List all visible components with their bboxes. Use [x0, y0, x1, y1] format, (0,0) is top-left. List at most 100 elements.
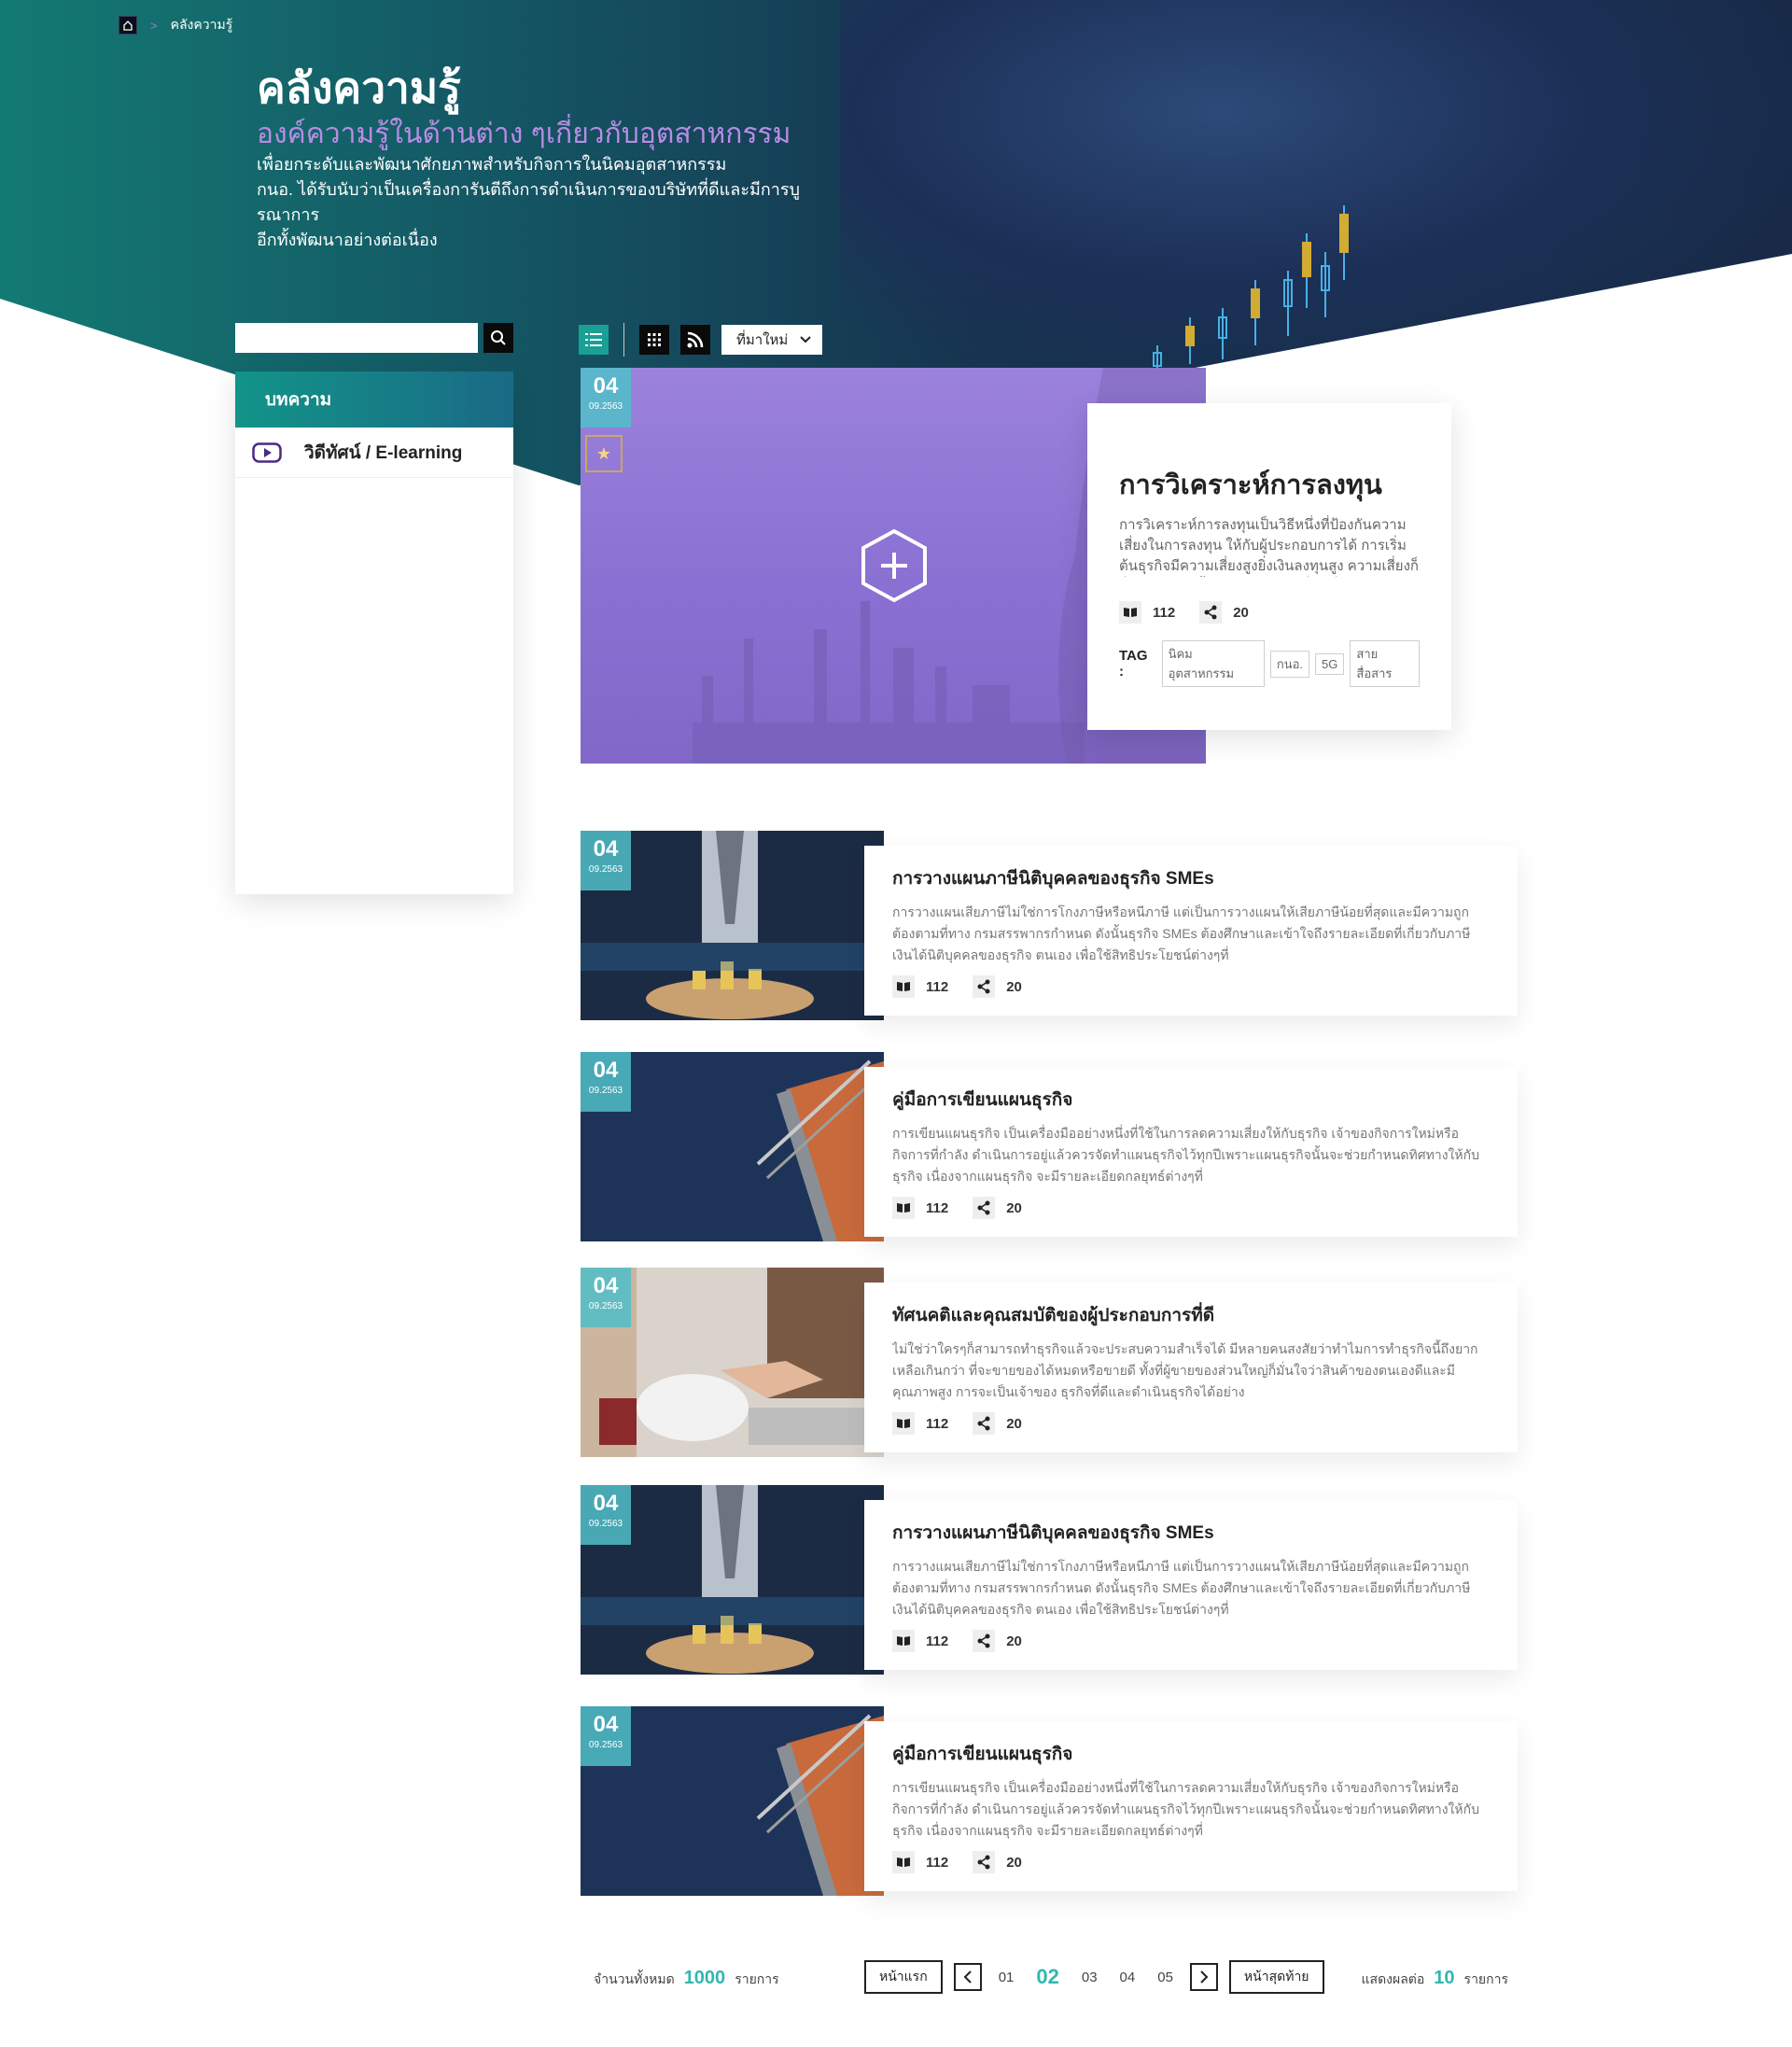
article-thumbnail[interactable]: 04 09.2563: [581, 831, 884, 1020]
featured-title[interactable]: การวิเคราะห์การลงทุน: [1119, 463, 1420, 506]
rss-button[interactable]: [680, 325, 710, 355]
grid-icon: [648, 333, 661, 346]
sidebar-item-articles[interactable]: บทความ: [235, 372, 513, 428]
article-card[interactable]: คู่มือการเขียนแผนธุรกิจการเขียนแผนธุรกิจ…: [864, 1721, 1518, 1891]
tag[interactable]: 5G: [1315, 652, 1345, 675]
list-view-button[interactable]: [579, 325, 609, 355]
rss-icon: [687, 331, 704, 348]
total-count: จำนวนทั้งหมด 1000 รายการ: [594, 1968, 779, 1990]
search-button[interactable]: [483, 323, 513, 353]
date-badge: 04 09.2563: [581, 1485, 631, 1545]
article-stats: 112 20: [892, 1197, 1490, 1219]
prev-page-button[interactable]: [953, 1963, 982, 1991]
date-badge: 04 09.2563: [581, 1268, 631, 1327]
view-toolbar: ที่มาใหม่: [579, 323, 822, 357]
article-stats: 112 20: [892, 1630, 1490, 1652]
article-thumbnail[interactable]: 04 09.2563: [581, 1268, 884, 1457]
article-thumbnail[interactable]: 04 09.2563: [581, 1706, 884, 1896]
tag-label: TAG :: [1119, 648, 1148, 680]
article-title[interactable]: การวางแผนภาษีนิติบุคคลของธุรกิจ SMEs: [892, 1519, 1490, 1547]
book-icon: [892, 1412, 915, 1435]
article-item[interactable]: 04 09.2563 ทัศนคติและคุณสมบัติของผู้ประกอบ…: [581, 1268, 1518, 1459]
book-icon: [1119, 601, 1141, 624]
share-icon[interactable]: [973, 1197, 996, 1219]
share-icon[interactable]: [973, 1412, 996, 1435]
home-icon[interactable]: [119, 16, 137, 35]
date-month: 09.2563: [588, 1519, 623, 1529]
chevron-down-icon: [800, 336, 811, 344]
article-description: การเขียนแผนธุรกิจ เป็นเครื่องมืออย่างหนึ…: [892, 1780, 1479, 1838]
date-badge: 04 09.2563: [581, 368, 631, 428]
article-card[interactable]: การวางแผนภาษีนิติบุคคลของธุรกิจ SMEs การว…: [864, 846, 1518, 1016]
article-card[interactable]: การวางแผนภาษีนิติบุคคลของธุรกิจ SMEs การว…: [864, 1500, 1518, 1670]
book-icon: [892, 1851, 915, 1873]
book-icon: [892, 1197, 915, 1219]
tag-list: TAG : นิคมอุตสาหกรรม กนอ. 5G สายสื่อสาร: [1119, 640, 1420, 687]
tag[interactable]: นิคมอุตสาหกรรม: [1161, 640, 1265, 687]
article-description: การวางแผนเสียภาษีไม่ใช่การโกงภาษีหรือหนี…: [892, 1559, 1471, 1617]
tag[interactable]: สายสื่อสาร: [1350, 640, 1420, 687]
date-month: 09.2563: [588, 1086, 623, 1096]
star-icon: ★: [595, 443, 612, 463]
first-page-button[interactable]: หน้าแรก: [864, 1960, 943, 1994]
date-month: 09.2563: [588, 401, 623, 412]
play-icon: [252, 442, 282, 463]
article-card[interactable]: ทัศนคติและคุณสมบัติของผู้ประกอบการที่ดีไ…: [864, 1283, 1518, 1452]
page-number[interactable]: 03: [1076, 1970, 1103, 1985]
sidebar-item-video-elearning[interactable]: วิดีทัศน์ / E-learning: [235, 428, 513, 478]
per-page-unit: รายการ: [1463, 1971, 1508, 1986]
toolbar-divider: [623, 323, 624, 357]
share-icon[interactable]: [973, 1851, 996, 1873]
next-page-button[interactable]: [1189, 1963, 1218, 1991]
read-count: 112: [926, 1415, 949, 1432]
date-day: 04: [593, 1712, 619, 1737]
article-thumbnail[interactable]: 04 09.2563: [581, 1052, 884, 1241]
read-count: 112: [926, 1633, 949, 1649]
breadcrumb: > คลังความรู้: [119, 15, 232, 35]
total-value: 1000: [683, 1968, 726, 1988]
page-number[interactable]: 05: [1152, 1970, 1179, 1985]
date-day: 04: [593, 836, 619, 862]
share-count: 20: [1006, 1199, 1022, 1216]
article-title[interactable]: คู่มือการเขียนแผนธุรกิจ: [892, 1086, 1490, 1114]
page-number[interactable]: 04: [1114, 1970, 1141, 1985]
article-description: การวางแผนเสียภาษีไม่ใช่การโกงภาษีหรือหนี…: [892, 904, 1471, 962]
sidebar-item-label: วิดีทัศน์ / E-learning: [304, 442, 463, 463]
article-item[interactable]: 04 09.2563 คู่มือการเขียนแผนธุรกิจ การเขียน…: [581, 1052, 1518, 1243]
featured-article-card[interactable]: การวิเคราะห์การลงทุน การวิเคราะห์การลงทุ…: [1087, 403, 1451, 730]
grid-view-button[interactable]: [639, 325, 669, 355]
article-item[interactable]: 04 09.2563 คู่มือการเขียนแผนธุรกิจ การเขียน…: [581, 1706, 1518, 1898]
search-input[interactable]: [235, 323, 478, 353]
last-page-button[interactable]: หน้าสุดท้าย: [1228, 1960, 1324, 1994]
per-page-label: แสดงผลต่อ: [1361, 1971, 1425, 1986]
article-thumbnail[interactable]: 04 09.2563: [581, 1485, 884, 1675]
tag[interactable]: กนอ.: [1269, 650, 1310, 678]
article-card[interactable]: คู่มือการเขียนแผนธุรกิจ การเขียนแผนธุรกิจ…: [864, 1067, 1518, 1237]
article-title[interactable]: คู่มือการเขียนแผนธุรกิจ: [892, 1740, 1490, 1768]
article-item[interactable]: 04 09.2563 การวางแผนภาษีนิติบุคคลของธุรกิจ…: [581, 831, 1518, 1022]
article-description: ไม่ใช่ว่าใครๆก็สามารถทำธุรกิจแล้วจะประสบ…: [892, 1341, 1478, 1399]
knowledge-page: > คลังความรู้ คลังความรู้ องค์ความรู้ในด…: [0, 0, 1792, 2047]
share-icon[interactable]: [1199, 601, 1223, 624]
sort-select[interactable]: ที่มาใหม่: [721, 325, 822, 355]
total-unit: รายการ: [735, 1971, 779, 1986]
share-icon[interactable]: [973, 975, 996, 998]
date-day: 04: [593, 1491, 619, 1516]
chevron-right-icon: [1200, 1970, 1209, 1984]
search-bar: [235, 323, 513, 353]
plus-hexagon-icon[interactable]: [861, 528, 928, 603]
share-count: 20: [1006, 1415, 1022, 1432]
per-page-value[interactable]: 10: [1434, 1968, 1454, 1989]
page-subtitle: องค์ความรู้ในด้านต่าง ๆเกี่ยวกับอุตสาหกร…: [257, 119, 791, 149]
share-count: 20: [1233, 604, 1249, 621]
share-icon[interactable]: [973, 1630, 996, 1652]
breadcrumb-current[interactable]: คลังความรู้: [171, 15, 233, 35]
article-item[interactable]: 04 09.2563 การวางแผนภาษีนิติบุคคลของธุรกิจ…: [581, 1485, 1518, 1676]
favorite-star-button[interactable]: ★: [585, 435, 623, 472]
read-count: 112: [926, 978, 949, 995]
article-title[interactable]: ทัศนคติและคุณสมบัติของผู้ประกอบการที่ดี: [892, 1301, 1490, 1329]
description-line: กนอ. ได้รับนับว่าเป็นเครื่องการันตีถึงกา…: [257, 180, 800, 224]
page-number[interactable]: 01: [993, 1970, 1020, 1985]
article-title[interactable]: การวางแผนภาษีนิติบุคคลของธุรกิจ SMEs: [892, 864, 1490, 892]
page-number-current[interactable]: 02: [1030, 1965, 1064, 1989]
